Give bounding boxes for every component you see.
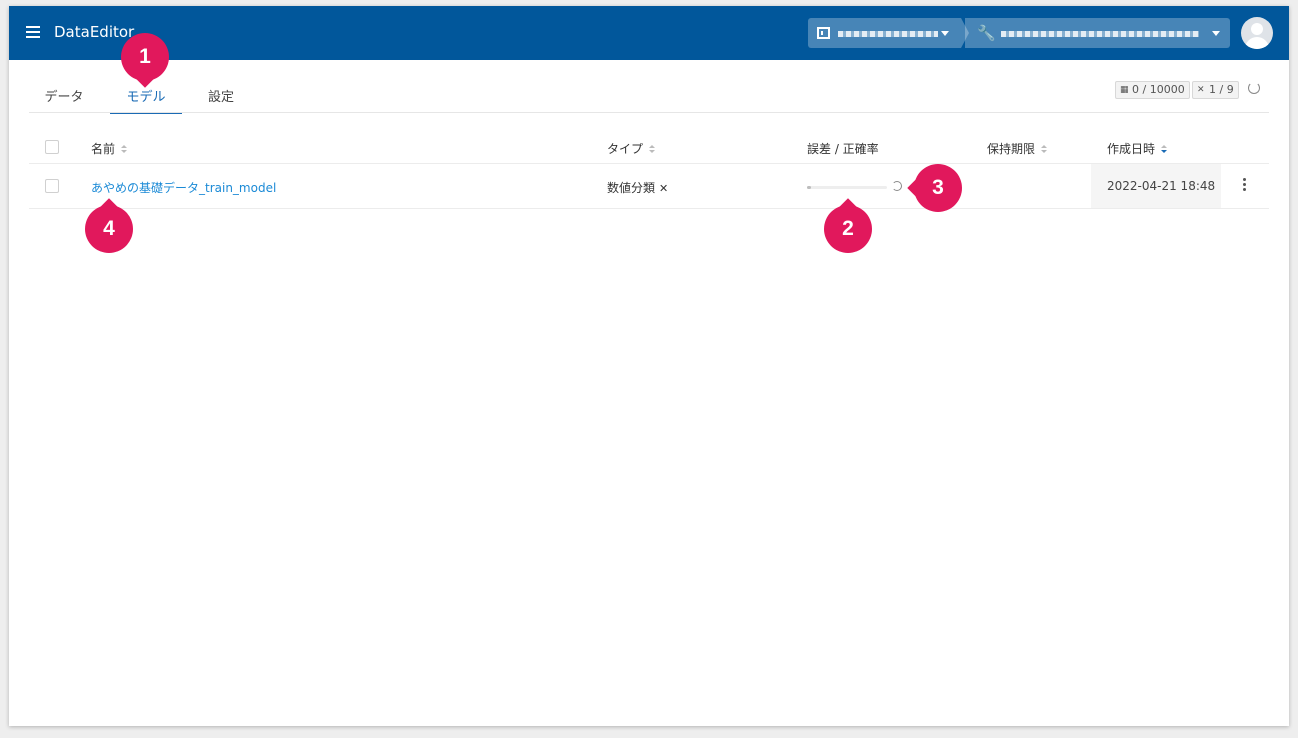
callout-badge-3: 3 xyxy=(914,164,962,212)
models-table: 名前 タイプ 誤差 / 正確率 保持期限 作成日時 あやめの基礎データ_trai… xyxy=(29,130,1269,209)
column-header-type[interactable]: タイプ xyxy=(607,140,656,157)
table-icon: ▦ xyxy=(1120,85,1129,95)
model-icon: ✕ xyxy=(1197,85,1205,95)
table-row: あやめの基礎データ_train_model 数値分類 ✕ 2022-04-21 1… xyxy=(29,164,1269,209)
tab-divider xyxy=(29,112,1269,113)
model-type: 数値分類 ✕ xyxy=(607,181,669,195)
tab-data[interactable]: データ xyxy=(29,84,99,114)
sort-icon xyxy=(1041,145,1048,154)
organization-name-redacted xyxy=(838,31,938,37)
created-cell: 2022-04-21 18:48 xyxy=(1091,164,1221,208)
project-selector[interactable]: 🔧 xyxy=(965,18,1230,48)
refresh-icon[interactable] xyxy=(1248,82,1260,94)
chevron-down-icon xyxy=(1212,31,1220,36)
project-name-redacted xyxy=(1001,31,1199,37)
building-icon xyxy=(817,27,830,39)
reload-status-icon[interactable] xyxy=(892,181,902,191)
created-datetime: 2022-04-21 18:48 xyxy=(1107,179,1216,193)
row-checkbox[interactable] xyxy=(45,179,59,193)
organization-selector[interactable] xyxy=(808,18,961,48)
app-window: DataEditor 🔧 データ モデル 設定 ▦ 0 / 10000 ✕ 1 … xyxy=(9,6,1289,726)
row-menu-icon[interactable] xyxy=(1243,178,1247,192)
hamburger-menu-icon[interactable] xyxy=(26,26,40,38)
select-all-checkbox[interactable] xyxy=(45,140,59,154)
training-progress-bar xyxy=(807,186,887,189)
callout-badge-4: 4 xyxy=(85,205,133,253)
tab-models[interactable]: モデル xyxy=(110,84,182,114)
table-header: 名前 タイプ 誤差 / 正確率 保持期限 作成日時 xyxy=(29,130,1269,164)
app-header: DataEditor 🔧 xyxy=(9,6,1289,60)
chevron-down-icon xyxy=(941,31,949,36)
callout-badge-1: 1 xyxy=(121,33,169,81)
app-title: DataEditor xyxy=(54,23,135,41)
column-header-retention[interactable]: 保持期限 xyxy=(987,140,1048,157)
tab-settings[interactable]: 設定 xyxy=(195,84,247,114)
model-name-link[interactable]: あやめの基礎データ_train_model xyxy=(91,179,276,196)
table-count-badge: ▦ 0 / 10000 xyxy=(1115,81,1190,99)
sort-icon xyxy=(649,145,656,154)
column-header-name[interactable]: 名前 xyxy=(91,140,128,157)
classification-icon: ✕ xyxy=(659,182,669,195)
model-count-badge: ✕ 1 / 9 xyxy=(1192,81,1239,99)
training-progress-fill xyxy=(807,186,811,189)
column-header-accuracy: 誤差 / 正確率 xyxy=(807,142,879,156)
user-avatar[interactable] xyxy=(1241,17,1273,49)
wrench-icon: 🔧 xyxy=(977,24,996,42)
sort-icon xyxy=(121,145,128,154)
sort-desc-icon xyxy=(1161,145,1168,154)
callout-badge-2: 2 xyxy=(824,205,872,253)
column-header-created[interactable]: 作成日時 xyxy=(1107,140,1168,157)
